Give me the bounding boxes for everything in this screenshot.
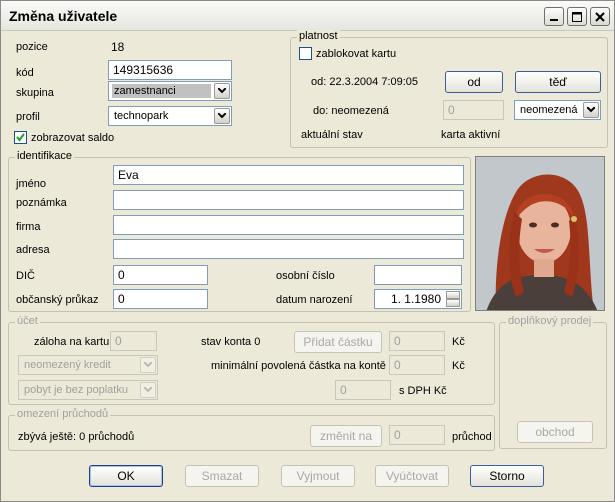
- firma-input[interactable]: [113, 215, 464, 235]
- zobrazovat-saldo-checkbox[interactable]: [14, 131, 27, 144]
- chevron-down-icon: [144, 387, 152, 393]
- pobyt-select[interactable]: pobyt je bez poplatku: [18, 380, 158, 400]
- storno-button[interactable]: Storno: [470, 465, 544, 487]
- zablokovat-checkbox[interactable]: [299, 47, 312, 60]
- chevron-down-icon: [218, 88, 226, 94]
- do-input[interactable]: 0: [443, 100, 504, 120]
- datum-spinner[interactable]: [446, 291, 460, 307]
- od-text: od: 22.3.2004 7:09:05: [311, 76, 419, 88]
- doplnkovy-prodej-title: doplňkový prodej: [506, 315, 594, 327]
- checkmark-icon: [16, 133, 25, 142]
- pozice-label: pozice: [16, 41, 48, 53]
- kc-label-2: Kč: [452, 360, 465, 372]
- pridat-castku-input[interactable]: 0: [389, 331, 445, 351]
- jmeno-input[interactable]: Eva: [113, 165, 464, 185]
- skupina-select[interactable]: zamestnanci: [108, 81, 232, 101]
- kredit-dropdown-button[interactable]: [140, 357, 156, 373]
- kod-label: kód: [16, 67, 34, 79]
- dic-label: DIČ: [16, 270, 35, 282]
- profil-value: technopark: [114, 110, 169, 122]
- chevron-down-icon: [144, 362, 152, 368]
- obcansky-input[interactable]: 0: [113, 289, 208, 309]
- zablokovat-label: zablokovat kartu: [316, 48, 397, 60]
- zobrazovat-saldo-label: zobrazovat saldo: [31, 132, 115, 144]
- spin-up-button[interactable]: [446, 291, 460, 299]
- portrait-image: [476, 157, 604, 310]
- osobni-cislo-input[interactable]: [374, 265, 462, 285]
- osobni-cislo-label: osobní číslo: [276, 270, 335, 282]
- zmenit-na-button[interactable]: změnit na: [310, 425, 382, 447]
- pobyt-dropdown-button[interactable]: [140, 382, 156, 398]
- do-select[interactable]: neomezená: [514, 100, 601, 120]
- skupina-value: zamestnanci: [112, 84, 211, 98]
- ucet-title: účet: [15, 315, 40, 327]
- minimize-button[interactable]: [544, 7, 564, 26]
- min-castka-input[interactable]: 0: [389, 355, 445, 375]
- skupina-dropdown-button[interactable]: [214, 83, 230, 99]
- pobyt-select-value: pobyt je bez poplatku: [24, 384, 128, 396]
- minimize-icon: [550, 19, 558, 21]
- window-title: Změna uživatele: [9, 8, 118, 24]
- pridat-castku-button[interactable]: Přidat částku: [294, 331, 382, 353]
- zmenit-na-input[interactable]: 0: [389, 425, 445, 445]
- adresa-input[interactable]: [113, 239, 464, 259]
- kredit-select[interactable]: neomezený kredit: [18, 355, 158, 375]
- maximize-button[interactable]: [567, 7, 587, 26]
- do-select-value: neomezená: [520, 104, 578, 116]
- close-icon: [595, 12, 605, 22]
- od-button[interactable]: od: [445, 71, 503, 93]
- omezeni-pruchodu-title: omezení průchodů: [15, 408, 111, 420]
- poznamka-input[interactable]: [113, 190, 464, 210]
- datum-narozeni-value: 1. 1.1980: [390, 292, 441, 306]
- aktualni-stav-value: karta aktivní: [441, 129, 501, 141]
- zaloha-input[interactable]: 0: [110, 331, 157, 351]
- vyuctovat-button[interactable]: Vyúčtovat: [375, 465, 449, 487]
- skupina-label: skupina: [16, 87, 54, 99]
- ted-button[interactable]: těď: [515, 71, 601, 93]
- datum-narozeni-label: datum narození: [276, 294, 353, 306]
- dph-input[interactable]: 0: [335, 380, 391, 400]
- obcansky-label: občanský průkaz: [16, 294, 99, 306]
- kredit-select-value: neomezený kredit: [24, 359, 111, 371]
- profil-dropdown-button[interactable]: [214, 108, 230, 124]
- kc-label-1: Kč: [452, 336, 465, 348]
- firma-label: firma: [16, 221, 41, 233]
- pruchod-label: průchod: [452, 431, 492, 443]
- zbyva-text: zbývá ještě: 0 průchodů: [18, 431, 135, 443]
- aktualni-stav-label: aktuální stav: [301, 129, 363, 141]
- obchod-button[interactable]: obchod: [517, 421, 593, 443]
- title-bar[interactable]: Změna uživatele: [1, 1, 614, 31]
- spin-down-button[interactable]: [446, 299, 460, 307]
- profil-label: profil: [16, 111, 40, 123]
- kod-input[interactable]: 149315636: [108, 60, 232, 80]
- min-castka-label: minimální povolená částka na kontě: [211, 360, 386, 372]
- jmeno-label: jméno: [16, 178, 46, 190]
- poznamka-label: poznámka: [16, 197, 67, 209]
- chevron-down-icon: [218, 113, 226, 119]
- close-button[interactable]: [590, 7, 610, 26]
- stav-konta-text: stav konta 0: [201, 336, 261, 348]
- profil-select[interactable]: technopark: [108, 106, 232, 126]
- user-photo: [475, 156, 605, 311]
- platnost-title: platnost: [297, 30, 340, 42]
- pozice-value: 18: [111, 40, 125, 54]
- identifikace-title: identifikace: [15, 150, 75, 162]
- vyjmout-button[interactable]: Vyjmout: [281, 465, 355, 487]
- user-edit-window: Změna uživatele pozice 18 kód 149315636 …: [0, 0, 615, 502]
- dph-label: s DPH Kč: [399, 385, 447, 397]
- do-text: do: neomezená: [313, 105, 389, 117]
- zaloha-label: záloha na kartu: [34, 336, 110, 348]
- adresa-label: adresa: [16, 244, 50, 256]
- maximize-icon: [572, 12, 582, 22]
- smazat-button[interactable]: Smazat: [185, 465, 259, 487]
- dic-input[interactable]: 0: [113, 265, 208, 285]
- ok-button[interactable]: OK: [89, 465, 163, 487]
- chevron-down-icon: [587, 107, 595, 113]
- do-dropdown-button[interactable]: [583, 102, 599, 118]
- datum-narozeni-input[interactable]: 1. 1.1980: [374, 289, 462, 309]
